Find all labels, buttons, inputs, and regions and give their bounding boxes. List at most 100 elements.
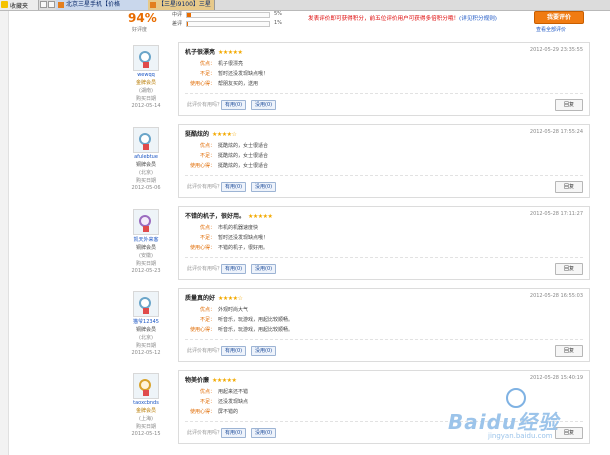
useless-button[interactable]: 没用(0) — [251, 264, 277, 274]
reply-button[interactable]: 回复 — [555, 263, 583, 275]
ribbon-icon — [143, 390, 149, 396]
pros-row: 优点： 机子很漂亮 — [185, 60, 243, 67]
favorites-button[interactable]: 收藏夹 — [0, 0, 39, 10]
view-all-reviews-link[interactable]: 查看全部评价 — [536, 26, 566, 33]
feel-text: 屏不错的 — [218, 409, 239, 415]
reviewer-name[interactable]: wewqq — [118, 72, 174, 78]
helpful-question: 此评价有用吗？ — [187, 102, 223, 108]
cons-label: 不足： — [199, 153, 215, 159]
avatar[interactable] — [133, 291, 159, 317]
negative-pct: 1% — [274, 20, 282, 26]
tab-samsung-i9100[interactable]: 【三星i9100】三星 — [148, 0, 215, 10]
reviewer-info: taoxcbnds 金牌会员 (上海) 购买日期 2012-05-15 — [118, 370, 174, 437]
tab-samsung-price[interactable]: 北京三星手机【价格 — [56, 0, 157, 10]
neutral-rate-fill — [187, 13, 192, 17]
pros-row: 优点： 外观时尚大气 — [185, 306, 248, 313]
feel-row: 使用心得： 不错的机子，很好用。 — [185, 244, 268, 251]
cons-row: 不足： 暂时还没发现缺点哦！ — [185, 70, 268, 77]
useless-button[interactable]: 没用(0) — [251, 346, 277, 356]
useful-button[interactable]: 有用(0) — [221, 346, 247, 356]
pros-text: 市机的机器速度快 — [218, 225, 259, 231]
review-time: 2012-05-28 16:55:03 — [529, 293, 583, 299]
cons-row: 不足： 挺酷炫的，女士很适合 — [185, 152, 268, 159]
reviewer-location: (北京) — [139, 335, 153, 341]
reviewer-location: (安徽) — [139, 253, 153, 259]
reply-button[interactable]: 回复 — [555, 181, 583, 193]
avatar[interactable] — [133, 45, 159, 71]
member-level: 铜牌会员 — [135, 245, 156, 251]
cons-text: 听音乐，玩游戏，用起比较顺畅。 — [218, 317, 294, 323]
pros-text: 外观时尚大气 — [218, 307, 249, 313]
reviewer-name[interactable]: taoxcbnds — [118, 400, 174, 406]
useless-button[interactable]: 没用(0) — [251, 428, 277, 438]
review-card: 质量真的好 ★★★★☆ 2012-05-28 16:55:03 优点： 外观时尚大气 不足… — [178, 288, 590, 362]
reviewer-location: (上海) — [139, 416, 153, 422]
avatar[interactable] — [133, 373, 159, 399]
useful-button[interactable]: 有用(0) — [221, 182, 247, 192]
reviewer-info: 猫爷12345 铜牌会员 (北京) 购买日期 2012-05-12 — [118, 288, 174, 356]
reviewer-location: (北京) — [139, 170, 153, 176]
useful-button[interactable]: 有用(0) — [221, 264, 247, 274]
reviewer-name[interactable]: 猫爷12345 — [118, 318, 174, 325]
star-rating-icon: ★★★★★ — [212, 377, 237, 384]
points-rules-link[interactable]: (详见积分规则) — [459, 16, 497, 22]
star-rating-icon: ★★★★★ — [218, 49, 243, 56]
left-gutter — [0, 11, 9, 455]
ribbon-icon — [143, 62, 149, 68]
purchase-date: 2012-05-12 — [131, 350, 161, 356]
avatar[interactable] — [133, 127, 159, 153]
useful-button[interactable]: 有用(0) — [221, 100, 247, 110]
divider — [185, 257, 583, 258]
feel-text: 听音乐，玩游戏，用起比较顺畅。 — [218, 327, 294, 333]
cons-label: 不足： — [199, 71, 215, 77]
positive-rate-caption: 好评度 — [132, 27, 148, 33]
pros-text: 挺酷炫的，女士很适合 — [218, 143, 269, 149]
avatar[interactable] — [133, 209, 159, 235]
points-notice: 发表评价即可获得积分，前五位评价用户可获得多倍积分哦！(详见积分规则) — [308, 14, 497, 22]
negative-rate-bar — [186, 21, 270, 27]
feel-row: 使用心得： 帮朋友买的，送用 — [185, 80, 258, 87]
purchase-date-label: 购买日期 — [135, 178, 156, 184]
member-level: 铜牌会员 — [135, 327, 156, 333]
member-level: 铜牌会员 — [135, 162, 156, 168]
helpful-question: 此评价有用吗？ — [187, 184, 223, 190]
review-title: 不错的机子，很好用。 — [185, 213, 246, 220]
feel-text: 帮朋友买的，送用 — [218, 81, 259, 87]
cons-text: 挺酷炫的，女士很适合 — [218, 153, 269, 159]
reviewer-info: afulebtue 铜牌会员 (北京) 购买日期 2012-05-06 — [118, 124, 174, 191]
cons-label: 不足： — [199, 235, 215, 241]
reviewer-location: (湖南) — [139, 88, 153, 94]
reply-button[interactable]: 回复 — [555, 99, 583, 111]
tab-grid-icon[interactable] — [40, 1, 47, 8]
useless-button[interactable]: 没用(0) — [251, 100, 277, 110]
purchase-date-label: 购买日期 — [135, 261, 156, 267]
feel-label: 使用心得： — [189, 327, 215, 333]
reviewer-info: wewqq 金牌会员 (湖南) 购买日期 2012-05-14 — [118, 42, 174, 109]
useless-button[interactable]: 没用(0) — [251, 182, 277, 192]
purchase-date: 2012-05-23 — [131, 268, 161, 274]
review-title-row: 挺酷炫的 ★★★★☆ — [185, 129, 237, 138]
reviewer-info: 凯天外来客铜牌会员 (安徽) 购买日期 2012-05-23 — [118, 206, 174, 274]
pros-text: 用起来还不错 — [218, 389, 249, 395]
member-level: 金牌会员 — [135, 408, 156, 414]
cons-text: 暂时还没发现缺点哦！ — [218, 71, 269, 77]
feel-label: 使用心得： — [189, 409, 215, 415]
review-title-row: 不错的机子，很好用。 ★★★★★ — [185, 211, 273, 220]
positive-rate: 94% — [128, 11, 157, 25]
write-review-button[interactable]: 我要评价 — [534, 11, 584, 24]
review-card: 挺酷炫的 ★★★★☆ 2012-05-28 17:55:24 优点： 挺酷炫的，女士很适… — [178, 124, 590, 198]
tab-list-icon[interactable] — [48, 1, 55, 8]
useful-button[interactable]: 有用(0) — [221, 428, 247, 438]
reviewer-name[interactable]: afulebtue — [118, 154, 174, 160]
reply-button[interactable]: 回复 — [555, 345, 583, 357]
review-time: 2012-05-28 17:11:27 — [529, 211, 583, 217]
watermark-text: Baidu经验 — [448, 410, 560, 434]
pros-row: 优点： 市机的机器速度快 — [185, 224, 258, 231]
review-title: 挺酷炫的 — [185, 131, 210, 138]
cons-row: 不足： 还没发现缺点 — [185, 398, 248, 405]
reviewer-name[interactable]: 凯天外来客 — [118, 236, 174, 243]
pros-row: 优点： 挺酷炫的，女士很适合 — [185, 142, 268, 149]
feel-label: 使用心得： — [189, 245, 215, 251]
cons-label: 不足： — [199, 399, 215, 405]
review-time: 2012-05-28 15:40:19 — [529, 375, 583, 381]
